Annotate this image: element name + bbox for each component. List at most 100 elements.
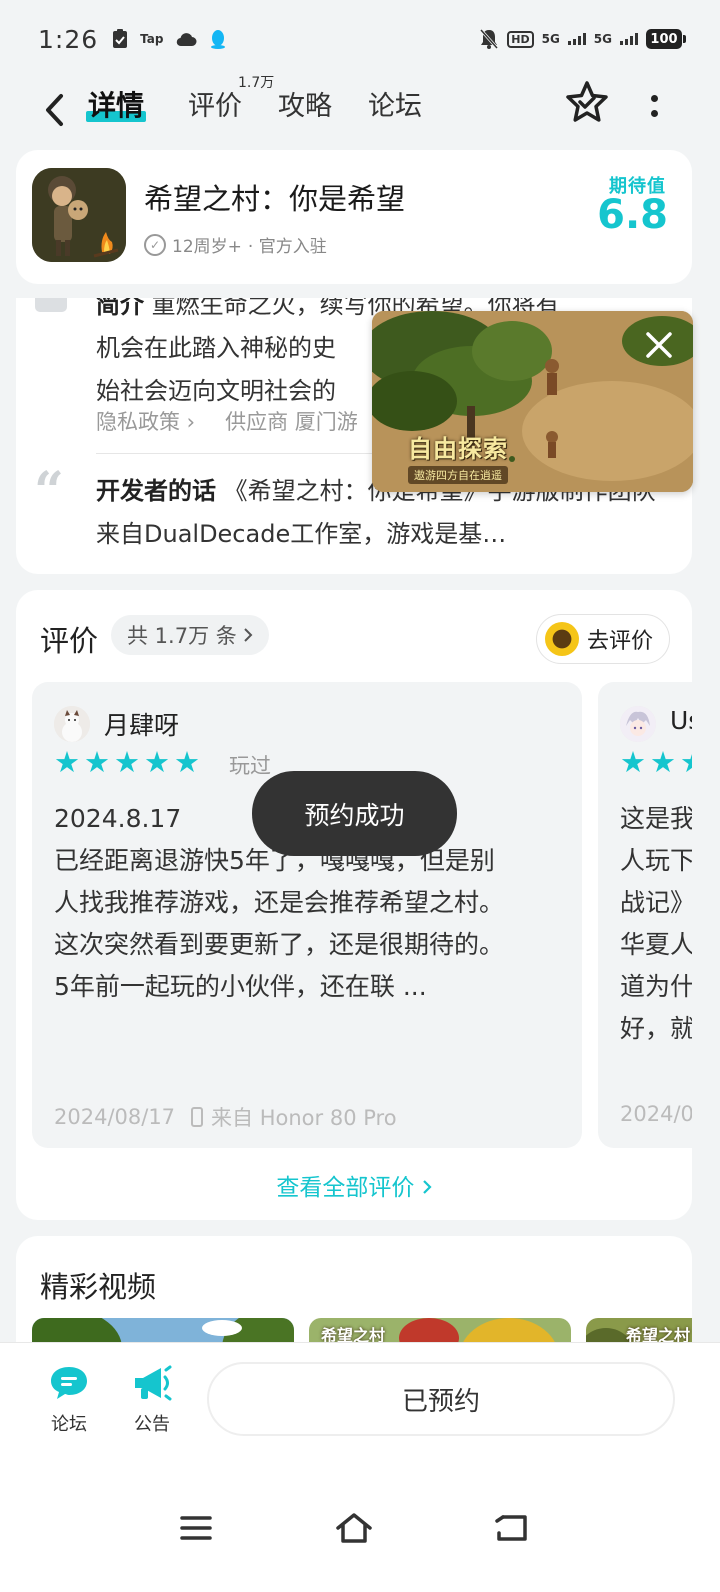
review-line: 好，就 — [620, 1014, 692, 1043]
follow-button[interactable] — [565, 80, 609, 124]
reviews-title: 评价 — [40, 624, 99, 658]
see-all-reviews-link[interactable]: 查看全部评价 — [16, 1168, 692, 1202]
review-device-label: 来自 Honor 80 Pro — [211, 1106, 397, 1130]
expect-value: 6.8 — [597, 192, 668, 238]
write-review-label: 去评价 — [587, 629, 654, 654]
network-5g-label: 5G — [593, 32, 612, 46]
quote-icon: “ — [34, 461, 64, 522]
star-icon: ★ — [84, 745, 110, 779]
menu-nav-button[interactable] — [176, 1510, 216, 1546]
back-nav-button[interactable] — [492, 1510, 532, 1546]
star-icon: ★ — [114, 745, 140, 779]
phone-icon — [191, 1107, 204, 1127]
notice-button[interactable]: 公告 — [117, 1364, 187, 1436]
review-body: 这是我 人玩下 战记》 华夏人 道为什 好，就 — [620, 798, 692, 1050]
game-icon-art — [32, 168, 126, 262]
privacy-policy-link[interactable]: 隐私政策 › — [96, 406, 195, 436]
video-caption-title: 自由探索 — [408, 435, 508, 463]
clipboard-check-icon — [113, 29, 128, 48]
star-icon: ★ — [620, 745, 646, 779]
review-username[interactable]: 月肆呀 — [104, 706, 179, 742]
tab-details[interactable]: 详情 — [86, 84, 147, 124]
tab-guides[interactable]: 攻略 — [278, 84, 332, 123]
avatar[interactable] — [54, 706, 90, 742]
notice-label: 公告 — [134, 1414, 170, 1435]
game-title: 希望之村：你是希望 — [144, 182, 406, 216]
more-dot — [650, 110, 658, 117]
home-nav-button[interactable] — [334, 1510, 374, 1546]
review-device: 来自 Honor 80 Pro — [191, 1102, 397, 1132]
star-icon: ★ — [680, 748, 692, 777]
star-icon: ★ — [650, 745, 676, 779]
review-footer: 2024/0 — [620, 1102, 692, 1126]
close-video-button[interactable] — [643, 329, 675, 361]
official-label: · 官方入驻 — [247, 237, 327, 257]
status-system-icons: HD 5G 5G 100 — [479, 28, 686, 50]
status-bar: 1:26 Tap HD 5G 5G 100 — [0, 0, 720, 78]
status-time: 1:26 — [38, 24, 99, 54]
review-line: 5年前一起玩的小伙伴，还在联 ... — [54, 972, 427, 1001]
return-icon — [495, 1515, 527, 1541]
status-notification-icons: Tap — [112, 29, 227, 49]
intro-label: 简介 — [96, 298, 144, 319]
supplier-label: 供应商 厦门游 — [225, 410, 358, 434]
bottom-action-bar: 论坛 公告 已预约 — [0, 1342, 720, 1592]
avatar[interactable] — [620, 706, 656, 742]
reserved-button[interactable]: 已预约 — [207, 1362, 675, 1436]
sunflower-icon — [545, 622, 579, 656]
forum-label: 论坛 — [51, 1414, 87, 1435]
menu-icon — [180, 1516, 212, 1540]
star-check-icon — [566, 81, 608, 122]
review-count-badge: 1.7万 — [238, 75, 275, 91]
back-button[interactable] — [36, 86, 72, 134]
review-line: 这是我 — [620, 804, 692, 833]
review-line: 道为什 — [620, 972, 692, 1001]
forum-button[interactable]: 论坛 — [34, 1364, 104, 1436]
review-line: 战记》 — [620, 888, 692, 917]
avatar-image — [620, 706, 656, 742]
reviews-count-button[interactable]: 共 1.7万 条 — [111, 615, 269, 655]
review-line: 华夏人 — [620, 930, 692, 959]
reviews-count-label: 共 1.7万 条 — [127, 624, 237, 648]
network-5g-label: 5G — [541, 32, 560, 46]
review-username[interactable]: Us — [670, 706, 692, 735]
cloud-icon — [177, 33, 197, 47]
signal-icon — [567, 33, 586, 45]
taptap-icon: Tap — [140, 32, 164, 46]
chat-bubble-icon — [51, 1367, 87, 1399]
toast-message: 预约成功 — [252, 771, 457, 856]
rating-stars: ★ ★ ★ ★ ★ — [54, 748, 200, 777]
review-item[interactable]: Us ★ ★ ★ 这是我 人玩下 战记》 华夏人 道为什 好，就 2024/0 — [598, 682, 692, 1148]
video-caption-sub: 遨游四方自在逍遥 — [408, 466, 508, 484]
see-all-label: 查看全部评价 — [276, 1175, 415, 1201]
policy-links: 隐私政策 › 供应商 厦门游 — [96, 406, 358, 436]
developer-note-label: 开发者的话 — [96, 477, 216, 505]
floating-video-player[interactable]: 自由探索 遨游四方自在逍遥 — [372, 311, 693, 492]
tab-reviews[interactable]: 评价 — [188, 84, 242, 123]
close-icon — [646, 332, 672, 358]
battery-icon: 100 — [646, 29, 686, 49]
review-item[interactable]: 月肆呀 ★ ★ ★ ★ ★ 玩过 2024.8.17 已经距离退游快5年了，嘎嘎… — [32, 682, 582, 1148]
avatar-image — [54, 706, 90, 742]
review-date: 2024/08/17 — [54, 1105, 176, 1129]
bottom-bar-divider — [0, 1342, 720, 1343]
star-icon: ★ — [54, 745, 80, 779]
qq-icon — [211, 30, 226, 49]
review-footer: 2024/08/17 来自 Honor 80 Pro — [54, 1102, 397, 1132]
review-line: 人找我推荐游戏，还是会推荐希望之村。 — [54, 888, 505, 917]
video-caption: 自由探索 遨游四方自在逍遥 — [408, 429, 532, 484]
star-icon: ★ — [144, 745, 170, 779]
top-nav: 详情 评价 1.7万 攻略 论坛 — [0, 75, 720, 148]
game-icon[interactable] — [32, 168, 126, 262]
write-review-button[interactable]: 去评价 — [536, 614, 670, 664]
chevron-right-icon — [422, 1180, 432, 1194]
star-icon: ★ — [174, 745, 200, 779]
review-line: 这次突然看到要更新了，还是很期待的。 — [54, 930, 505, 959]
reviews-card: 评价 共 1.7万 条 去评价 月肆呀 ★ ★ ★ ★ ★ 玩过 2024.8.… — [16, 590, 692, 1220]
rating-stars: ★ ★ ★ — [620, 748, 692, 777]
videos-title: 精彩视频 — [40, 1270, 157, 1304]
more-options-button[interactable] — [640, 86, 668, 126]
home-icon — [336, 1513, 372, 1543]
tab-forum[interactable]: 论坛 — [368, 84, 422, 123]
review-line: 人玩下 — [620, 846, 692, 875]
